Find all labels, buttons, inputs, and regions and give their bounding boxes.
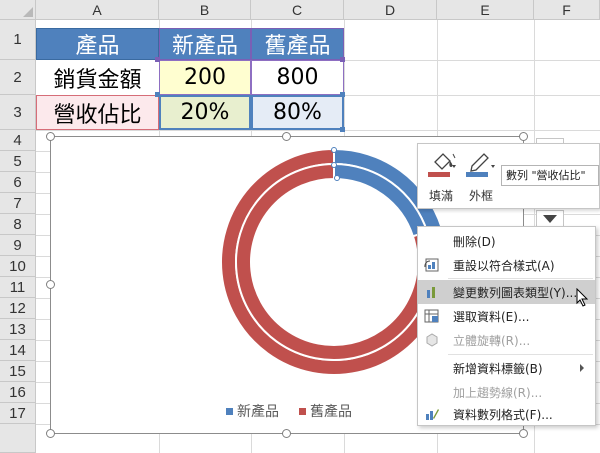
resize-handle-br[interactable]	[519, 429, 528, 438]
range-handle[interactable]	[340, 57, 345, 62]
gridline	[36, 130, 600, 131]
resize-handle-tl[interactable]	[46, 132, 55, 141]
resize-handle-t[interactable]	[282, 132, 291, 141]
column-header-f[interactable]: F	[534, 0, 600, 20]
legend-swatch-red	[299, 407, 306, 415]
series-selector-value: 數列 "營收佔比"	[506, 169, 586, 182]
row-header-11[interactable]: 11	[0, 277, 36, 298]
legend-swatch-blue	[226, 407, 233, 415]
menu-item-label: 重設以符合樣式(A)	[453, 258, 555, 273]
row-header-5[interactable]: 5	[0, 151, 36, 172]
menu-item-label: 立體旋轉(R)...	[453, 333, 531, 348]
row-header-17[interactable]: 17	[0, 403, 36, 424]
3d-rotation-icon	[426, 333, 438, 347]
submenu-arrow-icon	[580, 364, 584, 372]
menu-item-format-series[interactable]: 資料數列格式(F)...	[418, 402, 595, 426]
row-header-7[interactable]: 7	[0, 193, 36, 214]
menu-item-reset-style[interactable]: 重設以符合樣式(A)	[418, 253, 595, 277]
selection-point-handle[interactable]	[331, 147, 337, 153]
row-header-12[interactable]: 12	[0, 298, 36, 319]
menu-item-label: 新增資料標籤(B)	[453, 361, 543, 376]
mouse-cursor-icon	[576, 288, 589, 307]
column-header-c[interactable]: C	[251, 0, 344, 20]
menu-separator	[448, 278, 593, 279]
cell-b3[interactable]: 20%	[159, 95, 251, 130]
row-header-16[interactable]: 16	[0, 382, 36, 403]
menu-item-add-data-labels[interactable]: 新增資料標籤(B)	[418, 356, 595, 380]
menu-item-change-chart-type[interactable]: 變更數列圖表類型(Y)...	[418, 280, 595, 304]
legend-item-old[interactable]: 舊產品	[299, 401, 352, 421]
reset-style-icon	[424, 258, 439, 272]
resize-handle-bl[interactable]	[46, 429, 55, 438]
fill-label: 填滿	[428, 189, 453, 203]
menu-item-3d-rotation[interactable]: 立體旋轉(R)...	[418, 328, 595, 352]
row-header-14[interactable]: 14	[0, 340, 36, 361]
menu-item-add-trendline[interactable]: 加上趨勢線(R)...	[418, 380, 595, 404]
row-header-2[interactable]: 2	[0, 60, 36, 95]
range-handle[interactable]	[155, 57, 160, 62]
legend-item-new[interactable]: 新產品	[226, 401, 279, 421]
menu-item-label: 刪除(D)	[453, 234, 496, 249]
column-header-b[interactable]: B	[159, 0, 251, 20]
cell-c2[interactable]: 800	[251, 60, 344, 95]
row-header-4[interactable]: 4	[0, 130, 36, 151]
column-header-e[interactable]: E	[437, 0, 534, 20]
row-header-3[interactable]: 3	[0, 95, 36, 130]
outline-button[interactable]: 外框	[462, 148, 500, 206]
fill-button[interactable]: 填滿	[422, 148, 460, 206]
cell-a2[interactable]: 銷貨金額	[36, 60, 159, 95]
row-header-13[interactable]: 13	[0, 319, 36, 340]
menu-item-delete[interactable]: 刪除(D)	[418, 229, 595, 253]
menu-item-label: 資料數列格式(F)...	[453, 407, 553, 422]
cell-a3[interactable]: 營收佔比	[36, 95, 159, 130]
cell-c1[interactable]: 舊產品	[251, 28, 344, 60]
range-handle[interactable]	[340, 127, 345, 132]
row-header-6[interactable]: 6	[0, 172, 36, 193]
cell-b2[interactable]: 200	[159, 60, 251, 95]
range-handle[interactable]	[155, 92, 160, 97]
outline-label: 外框	[468, 189, 493, 203]
select-all-corner[interactable]	[0, 0, 36, 20]
row-header-15[interactable]: 15	[0, 361, 36, 382]
context-menu: 刪除(D) 重設以符合樣式(A) 變更數列圖表類型(Y)... 選取資料(E).…	[417, 226, 596, 426]
row-header-18[interactable]	[0, 424, 36, 453]
resize-handle-l[interactable]	[46, 280, 55, 289]
legend-label: 新產品	[237, 404, 279, 420]
menu-item-label: 選取資料(E)...	[453, 309, 530, 324]
cell-c3[interactable]: 80%	[251, 95, 344, 130]
row-header-8[interactable]: 8	[0, 214, 36, 235]
pen-outline-icon	[466, 153, 495, 177]
series-selector[interactable]: 數列 "營收佔比"	[501, 165, 599, 186]
menu-item-label: 變更數列圖表類型(Y)...	[453, 285, 578, 300]
row-header-9[interactable]: 9	[0, 235, 36, 256]
menu-item-label: 加上趨勢線(R)...	[453, 385, 543, 400]
menu-item-select-data[interactable]: 選取資料(E)...	[418, 304, 595, 328]
resize-handle-tr[interactable]	[519, 132, 528, 141]
menu-separator	[448, 354, 593, 355]
selection-point-handle[interactable]	[331, 162, 337, 168]
select-data-icon	[424, 309, 439, 323]
format-series-icon	[426, 409, 439, 420]
resize-handle-b[interactable]	[282, 429, 291, 438]
row-header-1[interactable]: 1	[0, 20, 36, 60]
column-header-a[interactable]: A	[36, 0, 159, 20]
selection-point-handle[interactable]	[334, 175, 340, 181]
paint-bucket-icon	[428, 153, 456, 177]
format-mini-toolbar: 填滿 外框 數列 "營收佔比"	[417, 143, 600, 209]
column-header-d[interactable]: D	[344, 0, 437, 20]
change-chart-type-icon	[427, 287, 435, 298]
row-header-10[interactable]: 10	[0, 256, 36, 277]
range-handle[interactable]	[340, 92, 345, 97]
legend-label: 舊產品	[310, 404, 352, 420]
cell-a1[interactable]: 產品	[36, 28, 159, 60]
cell-b1[interactable]: 新產品	[159, 28, 251, 60]
